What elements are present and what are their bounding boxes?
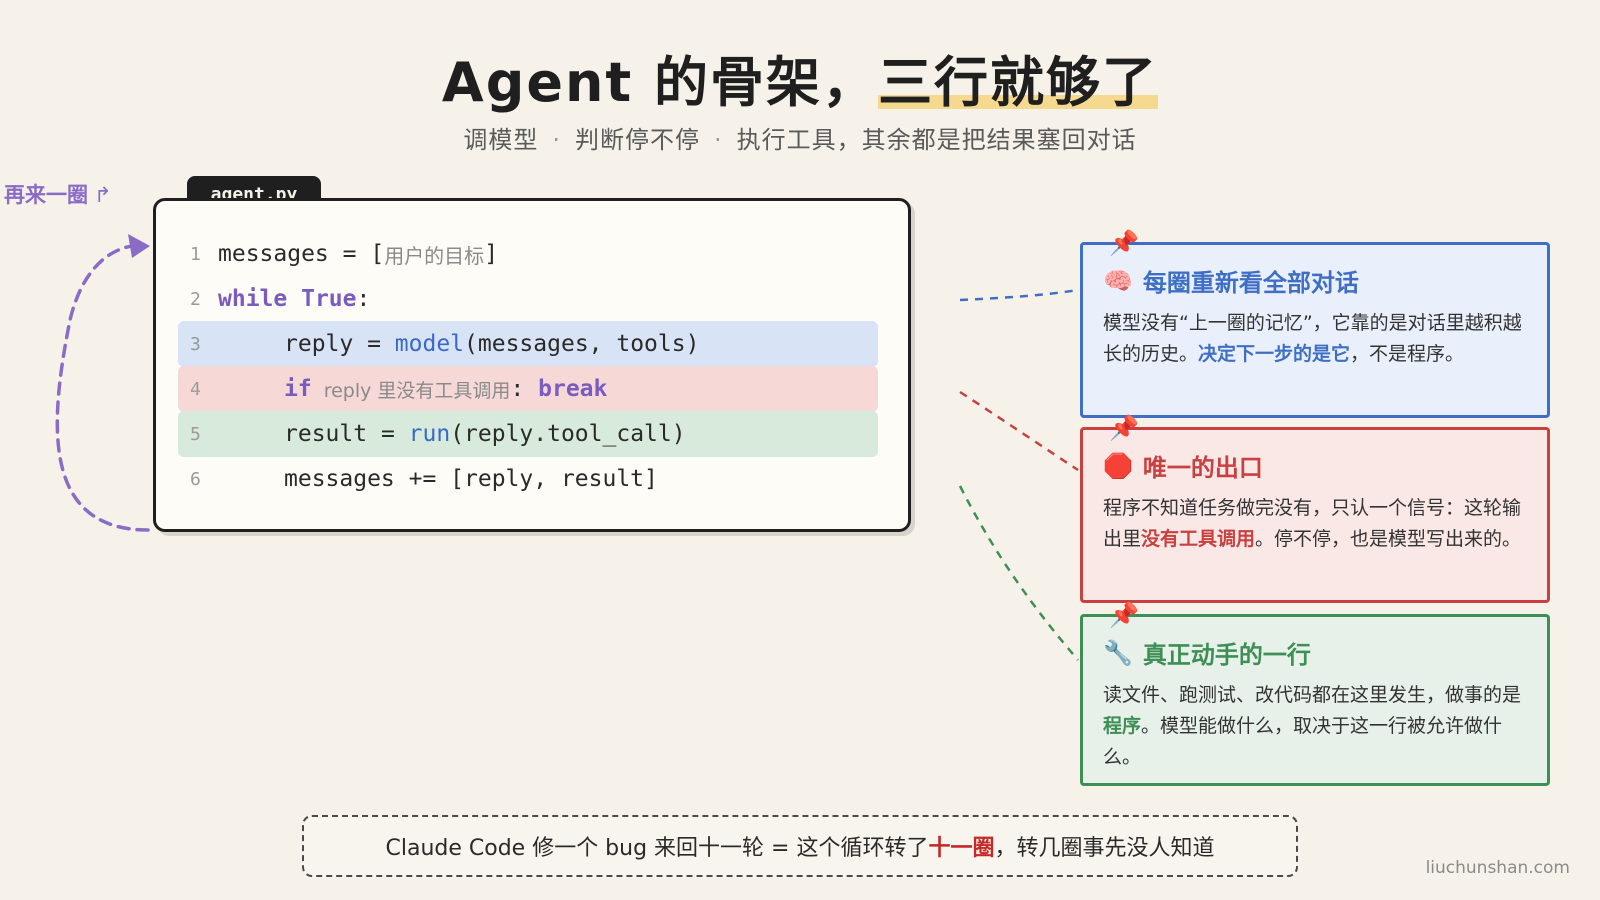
note-body-text: 。停不停，也是模型写出来的。 [1255, 528, 1522, 550]
code-args: (reply.tool_call) [450, 421, 686, 447]
code-var: reply [284, 331, 354, 357]
code-comment: 用户的目标 [384, 243, 485, 268]
code-keyword: True [301, 286, 357, 312]
code-rest: [reply, result] [450, 466, 658, 492]
code-colon: : [356, 286, 371, 312]
note-title: 🔧 真正动手的一行 [1103, 635, 1527, 670]
note-title: 🛑 唯一的出口 [1103, 448, 1527, 483]
wrench-icon: 🔧 [1103, 638, 1133, 667]
note-card-action: 📌 🔧 真正动手的一行 读文件、跑测试、改代码都在这里发生，做事的是程序。模型能… [1080, 601, 1550, 786]
code-keyword: break [538, 376, 608, 402]
code-line-2: 2 while True: [178, 276, 878, 322]
line-number: 2 [190, 288, 201, 310]
code-op: += [394, 466, 451, 492]
brain-icon: 🧠 [1103, 266, 1133, 295]
code-line-4: 4 if reply 里没有工具调用: break [178, 366, 878, 412]
footer-text: ，转几圈事先没人知道 [994, 836, 1215, 861]
footer-text: Claude Code 修一个 bug 来回十一轮 = 这个循环转了 [385, 836, 929, 861]
code-card: 1 messages = [用户的目标] 2 while True: 3 rep… [153, 198, 911, 532]
note-emphasis: 没有工具调用 [1141, 528, 1256, 550]
note-body-text: 读文件、跑测试、改代码都在这里发生，做事的是 [1103, 684, 1522, 706]
subtitle-separator: · [552, 126, 561, 154]
subtitle-part-2: 判断停不停 [575, 126, 700, 154]
code-line-5: 5 result = run (reply.tool_call) [178, 411, 878, 457]
code-function: run [408, 421, 451, 447]
code-bracket: ] [484, 241, 499, 267]
note-title-text: 真正动手的一行 [1142, 641, 1311, 669]
subtitle-part-1: 调模型 [463, 126, 539, 154]
site-watermark: liuchunshan.com [1425, 858, 1570, 878]
note-body: 程序不知道任务做完没有，只认一个信号：这轮输出里没有工具调用。停不停，也是模型写… [1103, 493, 1527, 555]
code-var: messages [284, 466, 395, 492]
line-number: 3 [190, 333, 201, 355]
line-number: 4 [190, 378, 201, 400]
code-op: = [367, 421, 409, 447]
note-title-text: 每圈重新看全部对话 [1142, 269, 1359, 297]
page-title: Agent 的骨架，三行就够了 [0, 38, 1600, 117]
loop-return-icon: ↱ [94, 183, 112, 207]
pushpin-icon: 📌 [1109, 601, 1139, 629]
loop-label-text: 再来一圈 [4, 183, 88, 207]
stop-sign-icon: 🛑 [1103, 451, 1133, 480]
title-highlight: 三行就够了 [878, 51, 1159, 114]
code-bracket: [ [370, 241, 385, 267]
code-line-6: 6 messages += [reply, result] [178, 456, 878, 502]
code-op: = [353, 331, 395, 357]
code-comment: reply 里没有工具调用 [323, 379, 511, 402]
note-card-exit: 📌 🛑 唯一的出口 程序不知道任务做完没有，只认一个信号：这轮输出里没有工具调用… [1080, 414, 1550, 603]
note-body-text: ，不是程序。 [1350, 343, 1465, 365]
note-body: 模型没有“上一圈的记忆”，它靠的是对话里越积越长的历史。决定下一步的是它，不是程… [1103, 308, 1527, 370]
code-function: model [394, 331, 465, 357]
note-title-text: 唯一的出口 [1142, 454, 1263, 482]
footer-emphasis: 十一圈 [928, 836, 995, 861]
pushpin-icon: 📌 [1109, 229, 1139, 257]
note-title: 🧠 每圈重新看全部对话 [1103, 263, 1527, 298]
note-card-context: 📌 🧠 每圈重新看全部对话 模型没有“上一圈的记忆”，它靠的是对话里越积越长的历… [1080, 229, 1550, 418]
connector-blue [959, 288, 1079, 302]
loop-label: 再来一圈 ↱ [4, 179, 112, 209]
code-var: result [284, 421, 368, 447]
note-emphasis: 决定下一步的是它 [1198, 343, 1351, 365]
code-op: = [328, 241, 371, 267]
code-var: messages [218, 241, 329, 267]
note-body: 读文件、跑测试、改代码都在这里发生，做事的是程序。模型能做什么，取决于这一行被允… [1103, 680, 1527, 773]
code-colon: : [510, 376, 525, 402]
pushpin-icon: 📌 [1109, 414, 1139, 442]
connector-red [959, 390, 1079, 472]
line-number: 1 [190, 243, 201, 265]
line-number: 6 [190, 468, 201, 490]
code-line-1: 1 messages = [用户的目标] [178, 231, 878, 277]
code-line-3: 3 reply = model (messages, tools) [178, 321, 878, 367]
title-prefix: Agent 的骨架， [441, 51, 879, 114]
code-args: (messages, tools) [464, 331, 700, 357]
connector-green [958, 485, 1079, 661]
subtitle-part-3: 执行工具，其余都是把结果塞回对话 [736, 126, 1137, 154]
footer-callout: Claude Code 修一个 bug 来回十一轮 = 这个循环转了 十一圈 ，转几… [302, 815, 1298, 877]
line-number: 5 [190, 423, 201, 445]
page-subtitle: 调模型 · 判断停不停 · 执行工具，其余都是把结果塞回对话 [0, 120, 1600, 155]
note-emphasis: 程序 [1103, 715, 1142, 737]
code-keyword: while [218, 286, 288, 312]
loop-arrow-head [128, 234, 150, 258]
subtitle-separator: · [714, 126, 723, 154]
note-body-text: 。模型能做什么，取决于这一行被允许做什么。 [1103, 715, 1503, 768]
code-keyword: if [284, 376, 312, 402]
